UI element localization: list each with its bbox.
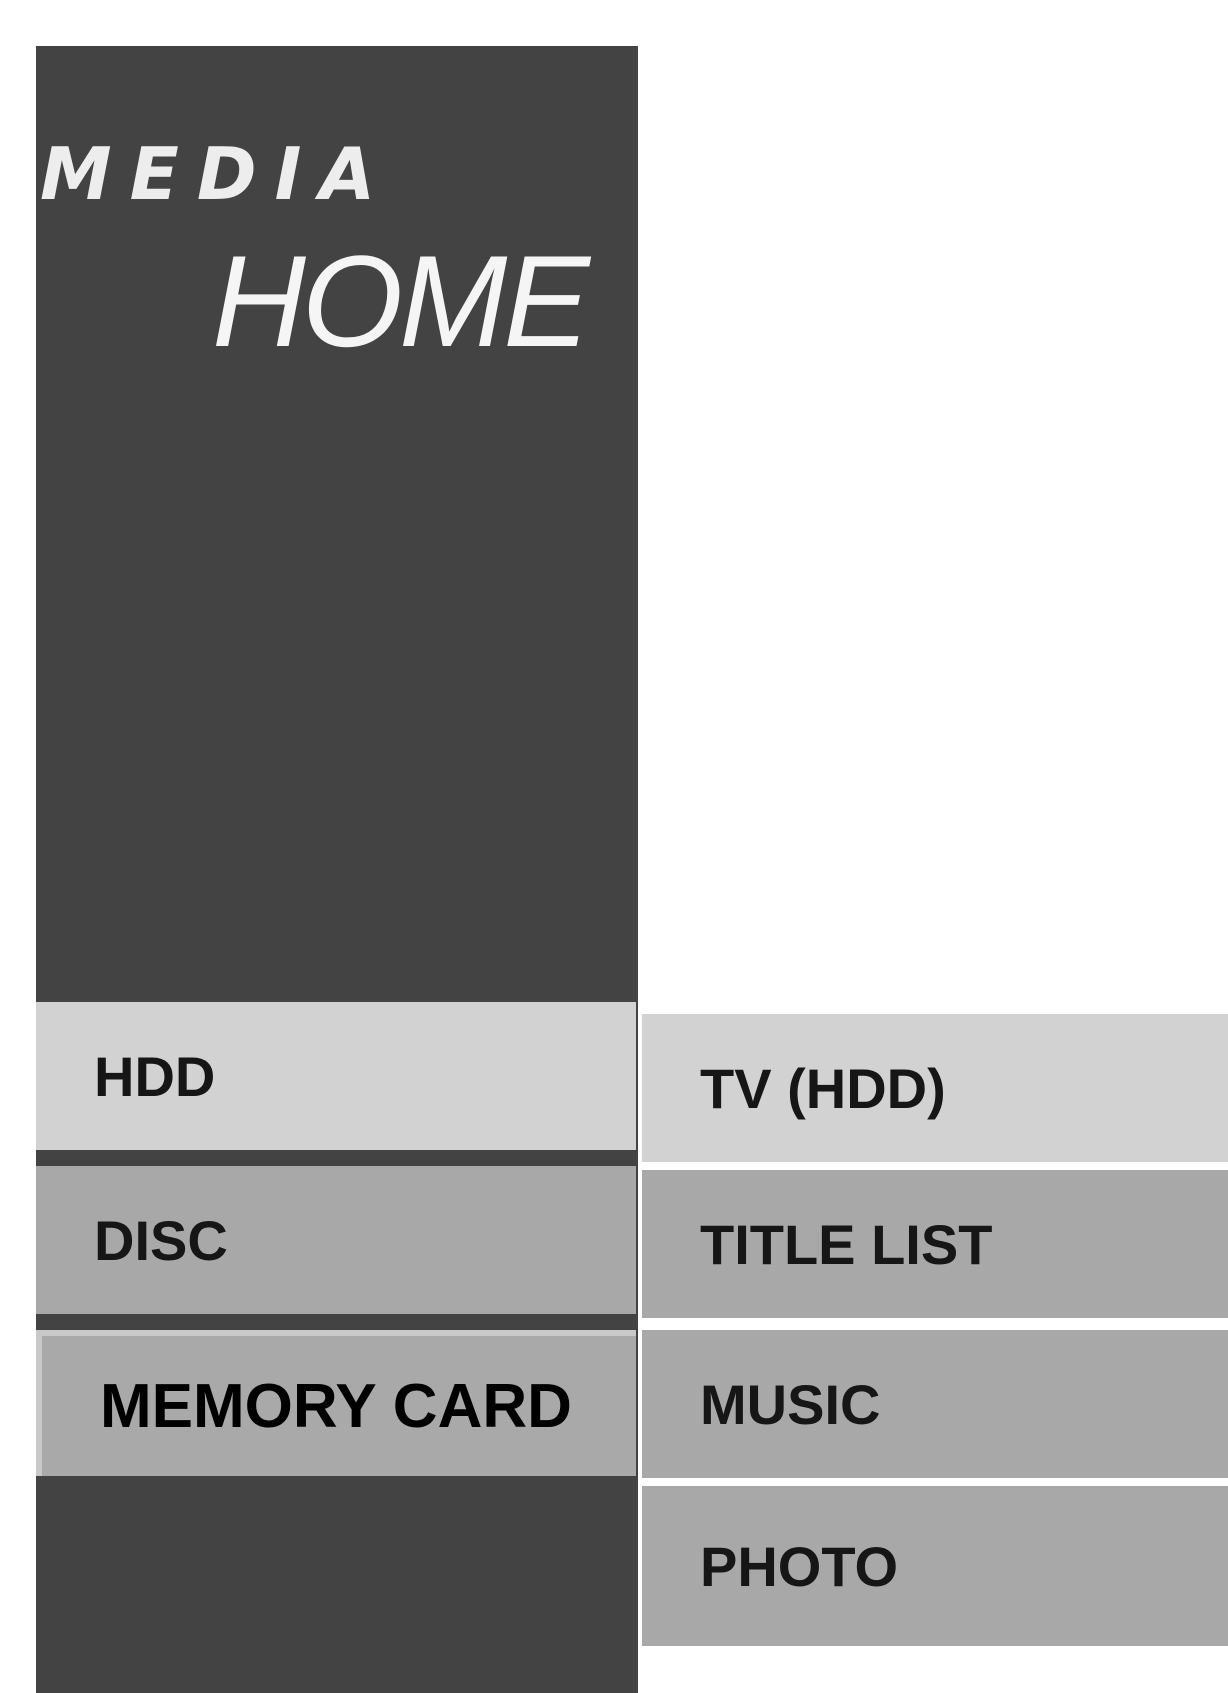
submenu-item-photo[interactable]: PHOTO	[642, 1486, 1228, 1646]
submenu-item-label: TITLE LIST	[700, 1212, 993, 1276]
menu-item-memory-card[interactable]: MEMORY CARD	[36, 1330, 636, 1476]
menu-item-hdd[interactable]: HDD	[36, 1002, 636, 1150]
submenu-item-tv-hdd[interactable]: TV (HDD)	[642, 1014, 1228, 1162]
menu-item-disc[interactable]: DISC	[36, 1166, 636, 1314]
submenu-item-label: TV (HDD)	[700, 1056, 946, 1120]
brand-media-text: MEDIA	[40, 132, 394, 216]
submenu-item-label: MUSIC	[700, 1372, 881, 1436]
brand-home-text: HOME	[212, 228, 590, 374]
menu-item-label: MEMORY CARD	[100, 1371, 572, 1441]
submenu-item-label: PHOTO	[700, 1534, 899, 1598]
menu-item-label: DISC	[94, 1208, 228, 1272]
submenu-item-title-list[interactable]: TITLE LIST	[642, 1170, 1228, 1318]
submenu-item-music[interactable]: MUSIC	[642, 1330, 1228, 1478]
menu-item-label: HDD	[94, 1044, 216, 1108]
